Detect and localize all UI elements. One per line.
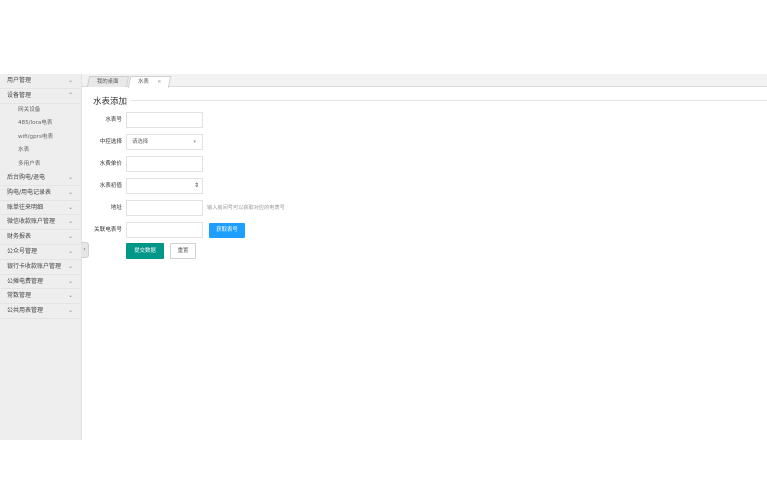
initial-value-select[interactable]: ⇕ bbox=[126, 178, 203, 194]
sidebar-item-label: 后台购电/退电 bbox=[7, 174, 46, 182]
sidebar-item-official-account[interactable]: 公众号管理 ⌄ bbox=[0, 245, 81, 260]
sidebar-item-public-meters[interactable]: 公共用表管理 ⌄ bbox=[0, 304, 81, 320]
sidebar-item-constants[interactable]: 常数管理 ⌄ bbox=[0, 289, 81, 305]
sidebar-item-bank-accounts[interactable]: 银行卡收款账户管理 ⌄ bbox=[0, 260, 81, 275]
field-label: 水表初值 bbox=[99, 183, 122, 189]
chevron-down-icon: ▾ bbox=[193, 139, 196, 145]
updown-arrows-icon: ⇕ bbox=[193, 182, 199, 189]
sidebar-item-label: 设备管理 bbox=[7, 91, 32, 99]
sidebar-item-user-management[interactable]: 用户管理 ⌄ bbox=[0, 74, 81, 89]
form-row-meter-no: 水表号 bbox=[82, 112, 482, 128]
app-window: 用户管理 ⌄ 设备管理 ⌃ 网关设备 485/lora电表 wifi/gprs电… bbox=[0, 74, 767, 440]
tab-label: 水表 bbox=[138, 79, 149, 85]
chevron-down-icon: ⌄ bbox=[67, 262, 73, 270]
form-row-linked-meter: 关联电表号 获取表号 bbox=[82, 222, 482, 238]
sidebar-item-label: 公共用表管理 bbox=[7, 307, 44, 315]
controller-select[interactable]: 请选择 ▾ bbox=[126, 134, 203, 150]
chevron-down-icon: ⌄ bbox=[67, 277, 73, 285]
sidebar-item-label: 常数管理 bbox=[7, 292, 32, 300]
get-meter-no-button[interactable]: 获取表号 bbox=[209, 223, 245, 238]
close-icon[interactable]: × bbox=[157, 77, 162, 87]
submit-button[interactable]: 提交数据 bbox=[126, 243, 164, 259]
sidebar-item-label: 账单往来明细 bbox=[7, 203, 44, 211]
chevron-down-icon: ⌄ bbox=[67, 307, 73, 315]
sidebar-item-device-management[interactable]: 设备管理 ⌃ bbox=[0, 89, 81, 104]
sidebar-item-label: 财务报表 bbox=[7, 233, 32, 241]
chevron-down-icon: ⌄ bbox=[67, 248, 73, 256]
field-label: 地址 bbox=[110, 205, 122, 211]
water-price-input[interactable] bbox=[126, 156, 203, 172]
form-row-water-price: 水费单价 bbox=[82, 156, 482, 172]
tab-bar: 我的桌面 水表 × bbox=[82, 74, 767, 88]
select-value: 请选择 bbox=[132, 139, 149, 145]
form-row-initial-value: 水表初值 ⇕ bbox=[82, 178, 482, 194]
chevron-down-icon: ⌄ bbox=[67, 292, 73, 300]
sidebar-item-label: 公众号管理 bbox=[7, 248, 38, 256]
address-hint: 输入房间号可以获取对应的电表号 bbox=[207, 205, 285, 211]
meter-no-input[interactable] bbox=[126, 112, 203, 128]
field-label: 水表号 bbox=[105, 117, 122, 123]
sidebar-item-shared-electricity[interactable]: 公摊电费管理 ⌄ bbox=[0, 275, 81, 290]
form-row-address: 地址 输入房间号可以获取对应的电表号 bbox=[82, 200, 482, 216]
sidebar-item-label: 微信收款账户管理 bbox=[7, 218, 56, 226]
field-label: 关联电表号 bbox=[94, 227, 122, 233]
address-input[interactable] bbox=[126, 200, 203, 216]
field-label: 水费单价 bbox=[99, 161, 122, 167]
main-content: 水表添加 水表号 中控选择 请选择 ▾ 水费单价 水表初值 ⇕ 地址 输入房间号… bbox=[82, 87, 767, 440]
field-label: 中控选择 bbox=[99, 139, 122, 145]
tab-label: 我的桌面 bbox=[96, 79, 119, 85]
sidebar-item-label: 用户管理 bbox=[7, 77, 32, 84]
form-row-controller: 中控选择 请选择 ▾ bbox=[82, 134, 482, 150]
chevron-up-icon: ⌃ bbox=[67, 91, 73, 99]
form-legend: 水表添加 bbox=[93, 95, 132, 107]
legend-divider bbox=[93, 100, 767, 101]
sidebar-item-label: 公摊电费管理 bbox=[7, 277, 44, 285]
reset-button[interactable]: 重置 bbox=[170, 243, 196, 259]
linked-meter-input[interactable] bbox=[126, 222, 203, 238]
sidebar-item-label: 银行卡收款账户管理 bbox=[7, 262, 62, 270]
chevron-down-icon: ⌄ bbox=[67, 77, 73, 84]
tab-my-desktop[interactable]: 我的桌面 bbox=[86, 76, 129, 87]
sidebar-item-label: 购电/用电记录表 bbox=[7, 188, 52, 196]
sidebar: 用户管理 ⌄ 设备管理 ⌃ 网关设备 485/lora电表 wifi/gprs电… bbox=[0, 74, 82, 440]
